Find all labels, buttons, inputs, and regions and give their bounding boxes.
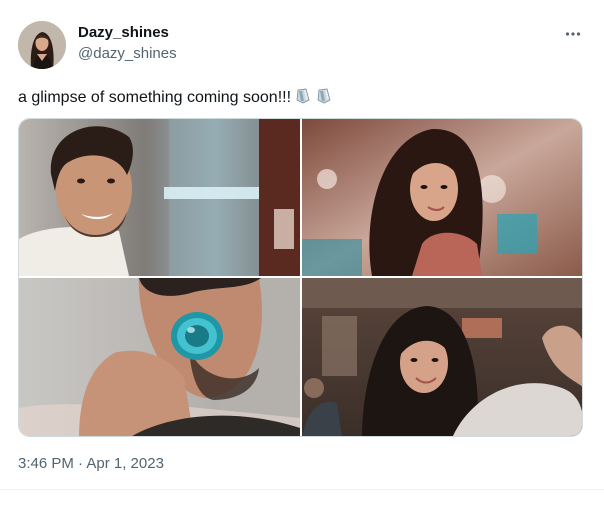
photo-man-smiling[interactable] (19, 119, 300, 276)
sparkle-glass-emoji-icon (294, 87, 312, 105)
more-options-button[interactable] (560, 23, 586, 45)
photo-woman-looking-back[interactable] (302, 119, 582, 276)
tweet-text: a glimpse of something coming soon!!! (18, 87, 333, 108)
media-grid (18, 118, 583, 437)
sparkle-glass-emoji-icon (315, 87, 333, 105)
tweet-timestamp[interactable]: 3:46 PM · Apr 1, 2023 (18, 455, 164, 473)
divider (0, 489, 604, 490)
photo-man-drinking-from-bottle[interactable] (19, 278, 300, 436)
tweet-card: Dazy_shines @dazy_shines a glimpse of so… (0, 0, 604, 490)
photo-woman-smiling-in-crowd[interactable] (302, 278, 582, 436)
author-handle[interactable]: @dazy_shines (78, 45, 177, 63)
tweet-text-body: a glimpse of something coming soon!!! (18, 89, 292, 106)
avatar[interactable] (18, 21, 66, 69)
more-horizontal-icon (565, 31, 581, 37)
author-display-name[interactable]: Dazy_shines (78, 24, 169, 42)
